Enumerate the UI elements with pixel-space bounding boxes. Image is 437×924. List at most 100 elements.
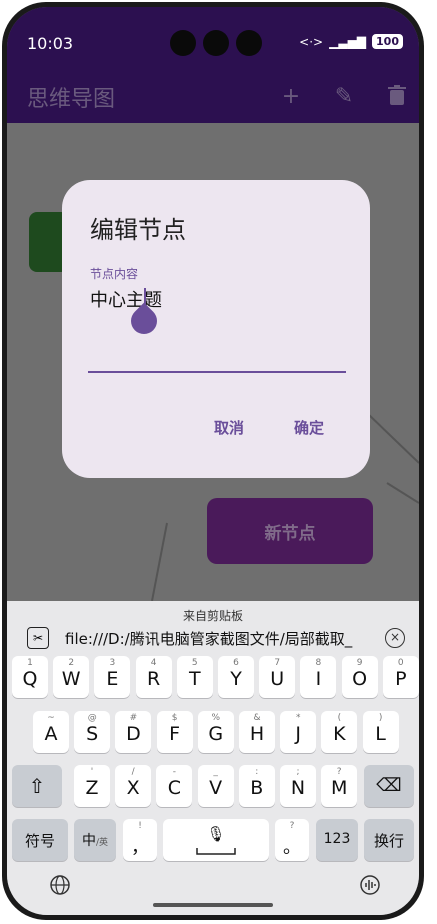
key-label: E <box>106 668 119 690</box>
key-z[interactable]: ' Z <box>74 765 110 807</box>
key-j[interactable]: * J <box>280 711 317 753</box>
key-label: P <box>395 668 407 690</box>
number-key[interactable]: 123 <box>316 819 358 861</box>
globe-icon[interactable] <box>47 874 73 900</box>
key-label: Y <box>230 668 242 690</box>
app-bar: 10:03 <·> ▁▃▅▇ 100 思维导图 + ✎ <box>7 7 419 123</box>
key-r[interactable]: 4R <box>135 656 172 698</box>
key-w[interactable]: 2W <box>53 656 90 698</box>
voice-space-key[interactable]: 🎙 <box>163 819 269 861</box>
key-sublabel: ( <box>337 713 342 723</box>
clipboard-label: 来自剪贴板 <box>182 609 243 623</box>
key-label: 123 <box>323 831 351 847</box>
key-m[interactable]: ? M <box>321 765 358 807</box>
key-sublabel: ! <box>138 821 142 831</box>
dialog-title: 编辑节点 <box>90 216 186 244</box>
key-label: Z <box>85 777 99 799</box>
key-sublabel: & <box>253 713 261 723</box>
key-sublabel: : <box>255 767 259 777</box>
app-title: 思维导图 <box>27 87 116 112</box>
background-window-edge <box>424 0 437 924</box>
key-sublabel: 0 <box>397 658 404 668</box>
backspace-icon: ⌫ <box>376 775 402 796</box>
key-label: O <box>352 668 368 690</box>
clipboard-scissors-icon[interactable]: ✂ <box>27 627 49 649</box>
key-label: R <box>146 668 161 690</box>
key-label: B <box>250 777 264 799</box>
key-sublabel: ~ <box>47 713 55 723</box>
key-label: H <box>249 723 265 745</box>
key-v[interactable]: _ V <box>197 765 234 807</box>
key-d[interactable]: # D <box>115 711 152 753</box>
key-sublabel: ) <box>378 713 383 723</box>
node-content-input[interactable]: 中心主题 <box>90 286 162 312</box>
shift-key[interactable]: ⇧ <box>12 765 62 807</box>
key-g[interactable]: % G <box>197 711 234 753</box>
key-label: V <box>209 777 223 799</box>
key-label: C <box>167 777 182 799</box>
key-sublabel: 5 <box>191 658 198 668</box>
key-sublabel: % <box>211 713 221 723</box>
key-label: A <box>44 723 58 745</box>
key-sublabel: # <box>129 713 138 723</box>
key-sublabel: 9 <box>356 658 363 668</box>
key-label: I <box>315 668 322 690</box>
key-n[interactable]: ; N <box>280 765 316 807</box>
home-indicator[interactable] <box>153 903 273 907</box>
key-label: K <box>333 723 346 745</box>
key-sublabel: / <box>131 767 135 777</box>
key-sublabel: ? <box>289 821 295 831</box>
key-o[interactable]: 9O <box>341 656 378 698</box>
key-k[interactable]: (K <box>321 711 358 753</box>
key-sublabel: $ <box>171 713 178 723</box>
key-label: 换行 <box>373 832 404 850</box>
close-icon[interactable]: × <box>385 628 405 648</box>
key-h[interactable]: & H <box>239 711 275 753</box>
key-c[interactable]: -C <box>156 765 193 807</box>
key-e[interactable]: 3E <box>94 656 131 698</box>
delete-icon[interactable] <box>385 85 409 109</box>
status-bar: 10:03 <·> ▁▃▅▇ 100 <box>7 7 419 56</box>
clipboard-suggestion[interactable]: file:///D:/腾讯电脑管家截图文件/局部截取_ <box>65 628 365 649</box>
mindmap-node-new[interactable]: 新节点 <box>207 498 373 564</box>
key-a[interactable]: ~ A <box>33 711 69 753</box>
voice-wave-icon[interactable] <box>357 874 383 900</box>
signal-icon: ▁▃▅▇ <box>329 34 367 49</box>
symbols-key[interactable]: 符号 <box>12 819 68 861</box>
key-label: J <box>295 723 301 745</box>
data-transfer-icon: <·> <box>299 34 324 49</box>
key-sublabel: 3 <box>109 658 116 668</box>
space-bar-icon <box>196 848 236 855</box>
key-f[interactable]: $ F <box>156 711 193 753</box>
key-label: F <box>169 723 181 745</box>
add-icon[interactable]: + <box>279 85 303 109</box>
key-label: 符号 <box>24 832 55 850</box>
key-sublabel: 7 <box>274 658 281 668</box>
key-u[interactable]: 7U <box>259 656 296 698</box>
key-label: T <box>188 668 201 690</box>
key-q[interactable]: 1Q <box>12 656 48 698</box>
key-label: W <box>61 668 81 690</box>
key-b[interactable]: :B <box>238 765 275 807</box>
enter-key[interactable]: 换行 <box>364 819 414 861</box>
key-s[interactable]: @ S <box>74 711 111 753</box>
cancel-button[interactable]: 取消 <box>214 417 244 438</box>
key-p[interactable]: 0P <box>382 656 419 698</box>
language-key[interactable]: 中/英 <box>74 819 116 861</box>
key-t[interactable]: 5T <box>176 656 213 698</box>
key-sublabel: 2 <box>68 658 75 668</box>
key-label: 。 <box>283 837 301 858</box>
camera-icon <box>170 30 196 56</box>
key-label: M <box>330 777 348 799</box>
edit-icon[interactable]: ✎ <box>332 85 356 109</box>
camera-icon <box>236 30 262 56</box>
confirm-button[interactable]: 确定 <box>294 417 324 438</box>
comma-key[interactable]: ! ， <box>123 819 157 861</box>
key-x[interactable]: / X <box>115 765 152 807</box>
key-l[interactable]: ) L <box>362 711 399 753</box>
period-key[interactable]: ? 。 <box>275 819 309 861</box>
key-i[interactable]: 8I <box>300 656 337 698</box>
key-label: G <box>208 723 224 745</box>
backspace-key[interactable]: ⌫ <box>364 765 414 807</box>
key-y[interactable]: 6Y <box>218 656 254 698</box>
